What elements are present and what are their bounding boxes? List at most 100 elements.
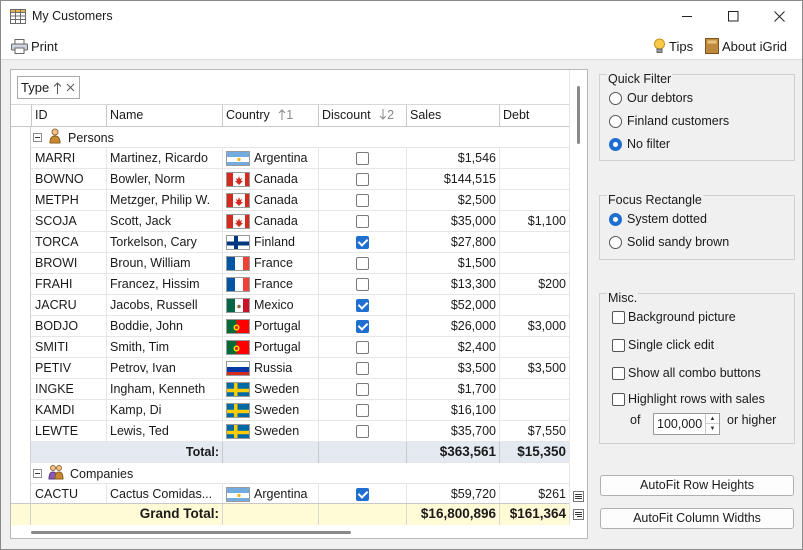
cell-sales[interactable]: $13,300	[407, 274, 500, 295]
cell-sales[interactable]: $1,500	[407, 253, 500, 274]
horizontal-scrollbar[interactable]	[11, 525, 587, 538]
row-selector[interactable]	[11, 127, 31, 148]
discount-checkbox[interactable]	[356, 173, 369, 186]
discount-checkbox[interactable]	[356, 383, 369, 396]
cell-sales[interactable]: $52,000	[407, 295, 500, 316]
collapse-icon[interactable]	[33, 469, 42, 478]
cell-name[interactable]: Boddie, John	[107, 316, 223, 337]
cell-sales[interactable]: $2,400	[407, 337, 500, 358]
cell-id[interactable]: SMITI	[32, 337, 107, 358]
cell-discount[interactable]	[319, 169, 407, 190]
customers-grid[interactable]: Type ID Name Country 1 Discount 2 Sales	[10, 69, 588, 539]
checkbox[interactable]	[612, 366, 625, 380]
discount-checkbox[interactable]	[356, 278, 369, 291]
collapse-icon[interactable]	[33, 133, 42, 142]
row-selector[interactable]	[11, 190, 31, 211]
cell-country[interactable]: Canada	[223, 211, 319, 232]
row-selector[interactable]	[11, 421, 31, 442]
row-selector[interactable]	[11, 484, 31, 503]
cell-discount[interactable]	[319, 358, 407, 379]
cell-name[interactable]: Kamp, Di	[107, 400, 223, 421]
row-selector[interactable]	[11, 316, 31, 337]
radio-button[interactable]	[609, 235, 622, 249]
cell-debt[interactable]: $7,550	[500, 421, 569, 442]
cell-discount[interactable]	[319, 211, 407, 232]
group-row-persons[interactable]: Persons	[11, 127, 569, 148]
cell-sales[interactable]: $1,546	[407, 148, 500, 169]
filter-finland-customers-radio[interactable]: Finland customers	[609, 114, 729, 128]
cell-discount[interactable]	[319, 232, 407, 253]
cell-sales[interactable]: $27,800	[407, 232, 500, 253]
discount-checkbox[interactable]	[356, 236, 369, 249]
vertical-scrollbar[interactable]	[569, 70, 587, 525]
row-selector[interactable]	[11, 274, 31, 295]
cell-country[interactable]: Portugal	[223, 316, 319, 337]
tips-button[interactable]: Tips	[653, 36, 693, 56]
cell-sales[interactable]: $16,100	[407, 400, 500, 421]
table-row[interactable]: FRAHI Francez, Hissim France $13,300 $200	[11, 274, 569, 295]
grand-total-toggle-icon[interactable]	[573, 509, 584, 520]
sales-threshold-value[interactable]: 100,000	[657, 417, 702, 431]
about-button[interactable]: About iGrid	[705, 36, 787, 56]
radio-button-selected[interactable]	[609, 137, 622, 151]
cell-sales[interactable]: $1,700	[407, 379, 500, 400]
cell-debt[interactable]	[500, 253, 569, 274]
cell-id[interactable]: BROWI	[32, 253, 107, 274]
cell-sales[interactable]: $3,500	[407, 358, 500, 379]
row-selector[interactable]	[11, 463, 31, 484]
cell-country[interactable]: Canada	[223, 169, 319, 190]
table-row[interactable]: CACTU Cactus Comidas... Argentina $59,720 $2…	[11, 484, 569, 503]
cell-discount[interactable]	[319, 190, 407, 211]
header-sales[interactable]: Sales	[407, 105, 500, 127]
cell-sales[interactable]: $59,720	[407, 484, 500, 503]
autofit-row-heights-button[interactable]: AutoFit Row Heights	[600, 475, 794, 496]
cell-sales[interactable]: $144,515	[407, 169, 500, 190]
cell-id[interactable]: FRAHI	[32, 274, 107, 295]
cell-name[interactable]: Smith, Tim	[107, 337, 223, 358]
filter-our-debtors-radio[interactable]: Our debtors	[609, 91, 693, 105]
cell-discount[interactable]	[319, 484, 407, 503]
cell-debt[interactable]: $200	[500, 274, 569, 295]
cell-debt[interactable]	[500, 379, 569, 400]
cell-country[interactable]: Finland	[223, 232, 319, 253]
cell-discount[interactable]	[319, 379, 407, 400]
discount-checkbox[interactable]	[356, 341, 369, 354]
row-selector[interactable]	[11, 379, 31, 400]
cell-name[interactable]: Scott, Jack	[107, 211, 223, 232]
remove-group-icon[interactable]	[66, 83, 75, 92]
cell-debt[interactable]: $3,000	[500, 316, 569, 337]
cell-country[interactable]: Sweden	[223, 400, 319, 421]
row-selector[interactable]	[11, 295, 31, 316]
cell-debt[interactable]: $261	[500, 484, 569, 503]
cell-country[interactable]: Canada	[223, 190, 319, 211]
radio-button[interactable]	[609, 91, 622, 105]
cell-sales[interactable]: $35,700	[407, 421, 500, 442]
cell-name[interactable]: Torkelson, Cary	[107, 232, 223, 253]
table-row[interactable]: BODJO Boddie, John Portugal $26,000 $3,000	[11, 316, 569, 337]
discount-checkbox[interactable]	[356, 215, 369, 228]
cell-name[interactable]: Bowler, Norm	[107, 169, 223, 190]
cell-country[interactable]: France	[223, 253, 319, 274]
discount-checkbox[interactable]	[356, 299, 369, 312]
row-selector[interactable]	[11, 232, 31, 253]
header-debt[interactable]: Debt	[500, 105, 569, 127]
row-selector[interactable]	[11, 211, 31, 232]
cell-debt[interactable]	[500, 232, 569, 253]
cell-id[interactable]: BODJO	[32, 316, 107, 337]
cell-sales[interactable]: $26,000	[407, 316, 500, 337]
cell-discount[interactable]	[319, 253, 407, 274]
cell-debt[interactable]: $1,100	[500, 211, 569, 232]
background-picture-checkbox[interactable]: Background picture	[612, 310, 736, 324]
radio-button[interactable]	[609, 114, 622, 128]
autofit-column-widths-button[interactable]: AutoFit Column Widths	[600, 508, 794, 529]
cell-id[interactable]: MARRI	[32, 148, 107, 169]
header-country[interactable]: Country 1	[223, 105, 319, 127]
cell-name[interactable]: Martinez, Ricardo	[107, 148, 223, 169]
filter-no-filter-radio[interactable]: No filter	[609, 137, 670, 151]
cell-debt[interactable]	[500, 148, 569, 169]
cell-country[interactable]: Mexico	[223, 295, 319, 316]
table-row[interactable]: KAMDI Kamp, Di Sweden $16,100	[11, 400, 569, 421]
close-button[interactable]	[756, 1, 802, 32]
horizontal-scroll-thumb[interactable]	[31, 531, 351, 534]
cell-discount[interactable]	[319, 148, 407, 169]
